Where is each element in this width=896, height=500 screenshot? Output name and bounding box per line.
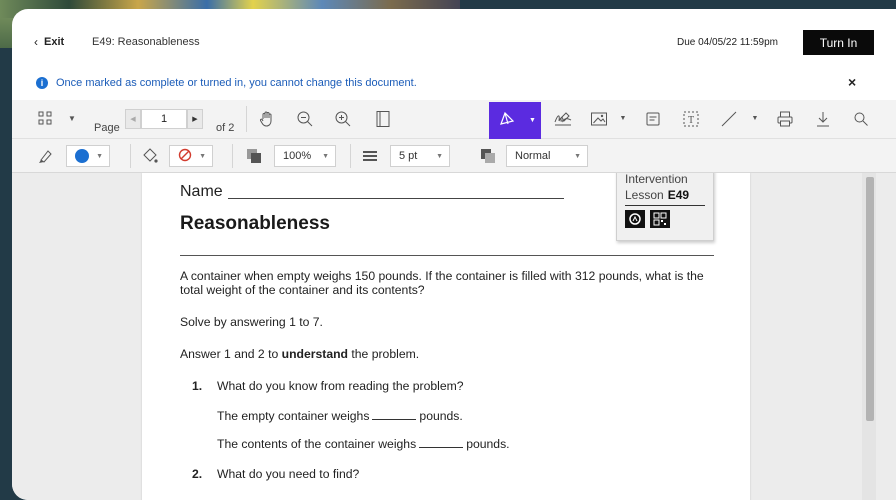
document-viewer-window: ‹ Exit E49: Reasonableness Due 04/05/22 … bbox=[12, 9, 896, 500]
fit-page-icon[interactable] bbox=[372, 109, 394, 129]
answer-blank[interactable] bbox=[372, 419, 417, 420]
worksheet-title: Reasonableness bbox=[180, 213, 330, 234]
comment-note-icon[interactable] bbox=[642, 109, 664, 129]
lesson-code: E49 bbox=[667, 188, 690, 202]
blend-mode-value: Normal bbox=[515, 150, 551, 162]
print-icon[interactable] bbox=[774, 109, 796, 129]
chevron-down-icon[interactable]: ▼ bbox=[750, 111, 760, 125]
no-fill-icon bbox=[178, 148, 192, 165]
fill-color-icon bbox=[140, 146, 160, 166]
text-box-icon[interactable]: T bbox=[680, 109, 702, 129]
draw-tool-button[interactable]: ▼ bbox=[489, 102, 541, 139]
fill-color-dropdown[interactable]: ▼ bbox=[169, 145, 213, 167]
chevron-down-icon: ▼ bbox=[199, 153, 206, 160]
search-icon[interactable] bbox=[850, 109, 872, 129]
close-notice-button[interactable]: × bbox=[848, 74, 856, 90]
question-number: 1. bbox=[192, 379, 203, 393]
stroke-width-dropdown[interactable]: 5 pt ▼ bbox=[390, 145, 450, 167]
opacity-icon bbox=[244, 146, 264, 166]
toolbar-divider bbox=[232, 144, 233, 168]
chevron-left-icon: ‹ bbox=[34, 35, 38, 49]
line-pre: The empty container weighs bbox=[217, 409, 370, 423]
chevron-down-icon[interactable]: ▼ bbox=[618, 111, 628, 125]
answer-pre: Answer 1 and 2 to bbox=[180, 347, 279, 361]
opacity-value: 100% bbox=[283, 150, 312, 162]
question-number: 2. bbox=[192, 467, 203, 481]
chevron-down-icon: ▼ bbox=[529, 117, 536, 124]
chevron-down-icon: ▼ bbox=[436, 153, 443, 160]
page-number-input[interactable]: 1 bbox=[141, 109, 187, 129]
document-page: Name Reasonableness Intervention Lesson E… bbox=[142, 173, 750, 500]
due-date: Due 04/05/22 11:59pm bbox=[677, 37, 779, 48]
question-text: What do you need to find? bbox=[217, 467, 360, 481]
answer-instruction: Answer 1 and 2 to understand the problem… bbox=[180, 347, 419, 361]
line-pre: The contents of the container weighs bbox=[217, 437, 417, 451]
thumbnails-grid-icon[interactable] bbox=[36, 109, 54, 127]
download-icon[interactable] bbox=[812, 109, 834, 129]
lesson-divider bbox=[625, 205, 705, 206]
page-count: of 2 bbox=[216, 122, 235, 134]
lesson-word: Lesson bbox=[625, 188, 664, 202]
chevron-down-icon: ▼ bbox=[96, 153, 103, 160]
line-post: pounds. bbox=[419, 409, 463, 423]
zoom-out-icon[interactable] bbox=[294, 109, 316, 129]
chevron-down-icon: ▼ bbox=[574, 153, 581, 160]
exit-label: Exit bbox=[44, 36, 65, 48]
name-blank-line bbox=[228, 198, 564, 199]
chevron-down-icon: ▼ bbox=[322, 153, 329, 160]
next-page-button[interactable]: ▶ bbox=[187, 109, 203, 129]
toolbar-divider bbox=[350, 144, 351, 168]
blend-mode-icon bbox=[478, 146, 498, 166]
line-post: pounds. bbox=[466, 437, 510, 451]
answer-blank[interactable] bbox=[419, 447, 464, 448]
pen-icon bbox=[499, 110, 515, 131]
hand-tool-icon[interactable] bbox=[256, 109, 278, 129]
header-bar: ‹ Exit E49: Reasonableness Due 04/05/22 … bbox=[12, 9, 896, 69]
info-icon: i bbox=[36, 77, 48, 89]
svg-text:T: T bbox=[688, 115, 694, 126]
image-icon[interactable] bbox=[588, 109, 610, 129]
color-swatch bbox=[75, 149, 89, 163]
question-text: What do you know from reading the proble… bbox=[217, 379, 464, 393]
answer-bold: understand bbox=[281, 347, 348, 361]
document-canvas[interactable]: Name Reasonableness Intervention Lesson E… bbox=[12, 173, 896, 500]
previous-page-button[interactable]: ◀ bbox=[125, 109, 141, 129]
name-label: Name bbox=[180, 183, 223, 200]
stroke-color-icon bbox=[36, 146, 56, 166]
blend-mode-dropdown[interactable]: Normal ▼ bbox=[506, 145, 588, 167]
section-divider bbox=[180, 255, 714, 256]
stroke-width-value: 5 pt bbox=[399, 150, 418, 162]
exit-button[interactable]: ‹ Exit bbox=[34, 35, 64, 49]
turn-in-button[interactable]: Turn In bbox=[803, 30, 874, 55]
lesson-type: Intervention bbox=[625, 173, 688, 186]
document-title: E49: Reasonableness bbox=[92, 36, 200, 48]
solve-instruction: Solve by answering 1 to 7. bbox=[180, 315, 323, 329]
line-tool-icon[interactable] bbox=[718, 109, 740, 129]
question-line: The contents of the container weighs poun… bbox=[217, 437, 510, 451]
problem-text: A container when empty weighs 150 pounds… bbox=[180, 269, 704, 297]
zoom-in-icon[interactable] bbox=[332, 109, 354, 129]
signature-icon[interactable] bbox=[552, 109, 574, 129]
toolbar-divider bbox=[246, 106, 247, 132]
opacity-dropdown[interactable]: 100% ▼ bbox=[274, 145, 336, 167]
page-label: Page bbox=[94, 122, 120, 134]
scrollbar-thumb[interactable] bbox=[866, 177, 874, 421]
notice-banner: i Once marked as complete or turned in, … bbox=[12, 69, 896, 99]
question-line: The empty container weighs pounds. bbox=[217, 409, 463, 423]
lesson-label: Lesson E49 bbox=[625, 188, 689, 202]
line-weight-icon bbox=[360, 146, 380, 166]
notice-text: Once marked as complete or turned in, yo… bbox=[56, 77, 417, 89]
answer-post: the problem. bbox=[351, 347, 420, 361]
lesson-tag: Intervention Lesson E49 bbox=[616, 173, 714, 241]
chevron-down-icon[interactable]: ▼ bbox=[67, 111, 77, 125]
toolbar-divider bbox=[130, 144, 131, 168]
audio-icon bbox=[625, 210, 645, 228]
stroke-color-dropdown[interactable]: ▼ bbox=[66, 145, 110, 167]
qr-code-icon bbox=[650, 210, 670, 228]
